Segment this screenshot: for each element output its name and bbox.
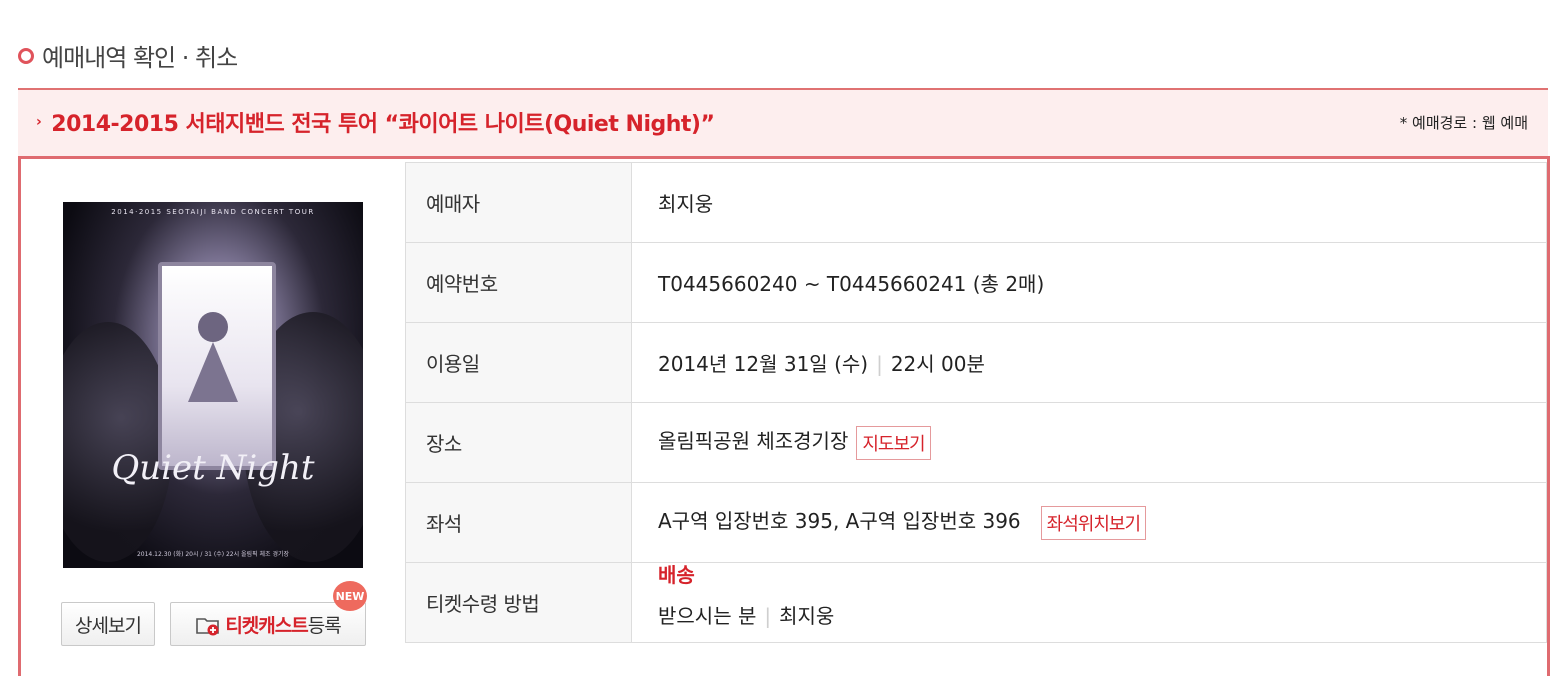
ticket-method-label: 티켓수령 방법 [405, 562, 632, 643]
table-row: 장소 올림픽공원 체조경기장 지도보기 [405, 402, 1547, 483]
table-row: 좌석 A구역 입장번호 395, A구역 입장번호 396 좌석위치보기 [405, 482, 1547, 563]
poster-logo: Quiet Night [111, 448, 315, 488]
booking-info-table: 예매자 최지웅 예약번호 T0445660240 ~ T0445660241 (… [405, 162, 1547, 643]
event-title-text: 2014-2015 서태지밴드 전국 투어 “콰이어트 나이트(Quiet Ni… [51, 112, 715, 137]
venue-label: 장소 [405, 402, 632, 483]
recipient-line: 받으시는 분 | 최지웅 [658, 600, 1545, 629]
divider: | [764, 603, 772, 628]
seat-value: A구역 입장번호 395, A구역 입장번호 396 좌석위치보기 [631, 482, 1547, 563]
booker-value: 최지웅 [631, 162, 1547, 243]
event-title: › 2014-2015 서태지밴드 전국 투어 “콰이어트 나이트(Quiet … [36, 106, 715, 138]
venue-text: 올림픽공원 체조경기장 [658, 429, 849, 454]
circle-bullet-icon [18, 48, 34, 64]
recipient-label: 받으시는 분 [658, 603, 757, 628]
event-poster-image: 2014·2015 SEOTAIJI BAND CONCERT TOUR Qui… [63, 202, 363, 568]
divider: | [876, 352, 883, 376]
delivery-method: 배송 [658, 562, 695, 587]
page-title-text: 예매내역 확인 · 취소 [42, 43, 238, 72]
table-row: 예약번호 T0445660240 ~ T0445660241 (총 2매) [405, 242, 1547, 323]
poster-figure-head [198, 312, 228, 342]
table-row: 예매자 최지웅 [405, 162, 1547, 243]
reservation-value: T0445660240 ~ T0445660241 (총 2매) [631, 242, 1547, 323]
booker-label: 예매자 [405, 162, 632, 243]
time-text: 22시 00분 [890, 352, 985, 376]
table-row: 티켓수령 방법 배송 받으시는 분 | 최지웅 [405, 562, 1547, 643]
date-value: 2014년 12월 31일 (수) | 22시 00분 [631, 322, 1547, 403]
page-title: 예매내역 확인 · 취소 [18, 36, 238, 74]
folder-add-icon [195, 614, 221, 636]
table-row: 이용일 2014년 12월 31일 (수) | 22시 00분 [405, 322, 1547, 403]
venue-value: 올림픽공원 체조경기장 지도보기 [631, 402, 1547, 483]
event-header-bar: › 2014-2015 서태지밴드 전국 투어 “콰이어트 나이트(Quiet … [18, 88, 1548, 156]
date-label: 이용일 [405, 322, 632, 403]
poster-column: 2014·2015 SEOTAIJI BAND CONCERT TOUR Qui… [21, 159, 405, 676]
chevron-right-icon: › [36, 114, 42, 130]
seat-location-button[interactable]: 좌석위치보기 [1040, 505, 1147, 540]
purchase-route: * 예매경로 : 웹 예매 [1399, 114, 1528, 132]
register-label: 등록 [307, 614, 342, 637]
recipient-name: 최지웅 [779, 603, 835, 628]
seat-text: A구역 입장번호 395, A구역 입장번호 396 [658, 509, 1021, 534]
ticketcast-label: 티켓캐스트 [225, 614, 308, 637]
poster-footer-text: 2014.12.30 (화) 20시 / 31 (수) 22시 올림픽 체조 경… [136, 551, 290, 558]
ticket-method-value: 배송 받으시는 분 | 최지웅 [631, 562, 1547, 643]
booking-detail-box: 2014·2015 SEOTAIJI BAND CONCERT TOUR Qui… [18, 156, 1550, 676]
ticketcast-register-button[interactable]: 티켓캐스트 등록 [170, 602, 366, 646]
new-badge: NEW [333, 581, 367, 611]
poster-header-text: 2014·2015 SEOTAIJI BAND CONCERT TOUR [111, 208, 315, 216]
date-text: 2014년 12월 31일 (수) [658, 352, 869, 376]
map-view-button[interactable]: 지도보기 [856, 425, 931, 460]
detail-view-button[interactable]: 상세보기 [61, 602, 155, 646]
poster-foliage-left [63, 322, 173, 562]
reservation-label: 예약번호 [405, 242, 632, 323]
seat-label: 좌석 [405, 482, 632, 563]
